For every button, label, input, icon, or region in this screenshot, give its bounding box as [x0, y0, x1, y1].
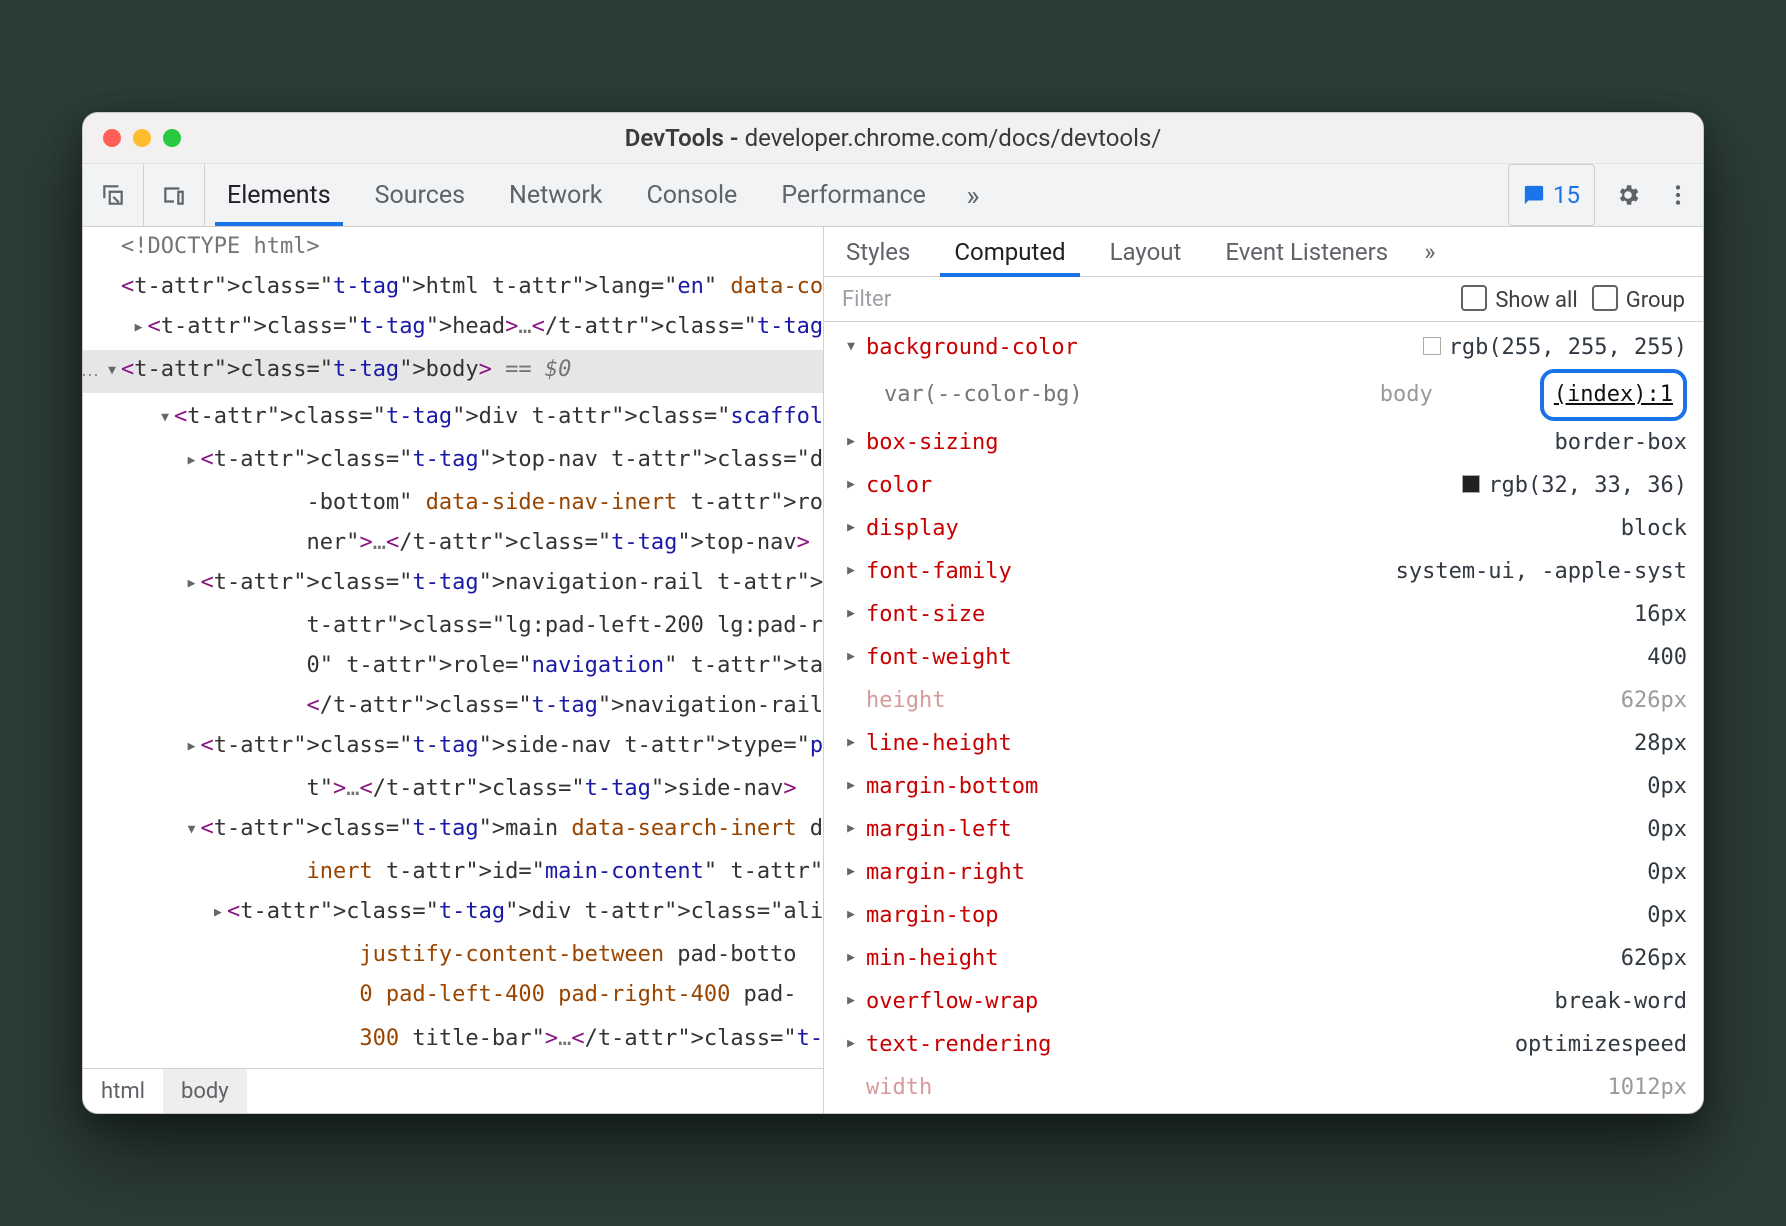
subtab-styles[interactable]: Styles	[824, 227, 932, 276]
computed-property[interactable]: background-colorrgb(255, 255, 255)	[824, 326, 1703, 369]
dom-node[interactable]: </t-attr">class="t-tag">navigation-rail>	[83, 686, 823, 726]
devtools-window: DevTools - developer.chrome.com/docs/dev…	[82, 112, 1704, 1114]
tab-sources[interactable]: Sources	[353, 164, 487, 226]
breadcrumb-html[interactable]: html	[83, 1069, 163, 1113]
computed-property[interactable]: margin-left0px	[824, 808, 1703, 851]
device-toolbar-button[interactable]	[144, 164, 205, 226]
tab-elements[interactable]: Elements	[205, 164, 353, 226]
message-icon	[1523, 184, 1545, 206]
kebab-menu-button[interactable]	[1653, 164, 1703, 226]
tab-console[interactable]: Console	[624, 164, 759, 226]
panel-body: <!DOCTYPE html><t-attr">class="t-tag">ht…	[83, 227, 1703, 1113]
computed-properties: background-colorrgb(255, 255, 255)var(--…	[824, 322, 1703, 1113]
dom-node[interactable]: <t-attr">class="t-tag">div t-attr">class…	[83, 393, 823, 440]
subtab-computed[interactable]: Computed	[932, 227, 1087, 276]
minimize-window-button[interactable]	[133, 129, 151, 147]
dom-node[interactable]: inert t-attr">id="main-content" t-attr">…	[83, 852, 823, 892]
dom-node[interactable]: -bottom" data-side-nav-inert t-attr">rol…	[83, 483, 823, 523]
tab-network[interactable]: Network	[487, 164, 624, 226]
issues-count: 15	[1553, 181, 1580, 209]
subtab-layout[interactable]: Layout	[1088, 227, 1204, 276]
dom-node[interactable]: t">…</t-attr">class="t-tag">side-nav>	[83, 769, 823, 809]
breadcrumb: html body	[83, 1068, 823, 1113]
titlebar: DevTools - developer.chrome.com/docs/dev…	[83, 113, 1703, 164]
elements-panel: <!DOCTYPE html><t-attr">class="t-tag">ht…	[83, 227, 824, 1113]
main-toolbar: ElementsSourcesNetworkConsolePerformance…	[83, 164, 1703, 227]
computed-property[interactable]: text-renderingoptimizespeed	[824, 1023, 1703, 1066]
computed-property[interactable]: overflow-wrapbreak-word	[824, 980, 1703, 1023]
computed-property[interactable]: min-height626px	[824, 937, 1703, 980]
computed-property[interactable]: displayblock	[824, 507, 1703, 550]
computed-property[interactable]: font-weight400	[824, 636, 1703, 679]
subtab-event-listeners[interactable]: Event Listeners	[1203, 227, 1410, 276]
dom-node[interactable]: <t-attr">class="t-tag">main data-search-…	[83, 809, 823, 852]
dom-node[interactable]: <t-attr">class="t-tag">head>…</t-attr">c…	[83, 307, 823, 350]
breadcrumb-body[interactable]: body	[163, 1069, 247, 1113]
computed-property[interactable]: margin-top0px	[824, 894, 1703, 937]
computed-property-source[interactable]: var(--color-bg)body(index):1	[824, 369, 1703, 421]
computed-property[interactable]: box-sizingborder-box	[824, 421, 1703, 464]
settings-button[interactable]	[1603, 164, 1653, 226]
dom-node[interactable]: t-attr">class="lg:pad-left-200 lg:pad-ri…	[83, 606, 823, 646]
dom-node[interactable]: <t-attr">class="t-tag">navigation-rail t…	[83, 563, 823, 606]
window-controls	[103, 129, 181, 147]
dom-node[interactable]: 300 title-bar">…</t-attr">class="t-tag">…	[83, 1015, 823, 1059]
dom-node[interactable]: 0 pad-left-400 pad-right-400 pad-	[83, 975, 823, 1015]
close-window-button[interactable]	[103, 129, 121, 147]
dom-tree[interactable]: <!DOCTYPE html><t-attr">class="t-tag">ht…	[83, 227, 823, 1068]
window-title: DevTools - developer.chrome.com/docs/dev…	[625, 124, 1161, 152]
panel-tabs: ElementsSourcesNetworkConsolePerformance	[205, 164, 948, 226]
dom-node[interactable]: <t-attr">class="t-tag">side-nav t-attr">…	[83, 726, 823, 769]
computed-property[interactable]: margin-right0px	[824, 851, 1703, 894]
computed-property[interactable]: margin-bottom0px	[824, 765, 1703, 808]
dom-node[interactable]: ner">…</t-attr">class="t-tag">top-nav>	[83, 523, 823, 563]
dom-node[interactable]: <!DOCTYPE html>	[83, 227, 823, 267]
more-panels-button[interactable]: »	[948, 164, 998, 226]
computed-property[interactable]: height626px	[824, 679, 1703, 722]
computed-property[interactable]: font-familysystem-ui, -apple-syst	[824, 550, 1703, 593]
computed-property[interactable]: width1012px	[824, 1066, 1703, 1109]
computed-property[interactable]: font-size16px	[824, 593, 1703, 636]
dom-node[interactable]: <t-attr">class="t-tag">div t-attr">class…	[83, 1059, 823, 1068]
sidebar-tabs: StylesComputedLayoutEvent Listeners»	[824, 227, 1703, 277]
dom-node[interactable]: <t-attr">class="t-tag">div t-attr">class…	[83, 892, 823, 935]
group-checkbox[interactable]: Group	[1592, 285, 1685, 313]
more-subtabs-button[interactable]: »	[1410, 227, 1449, 276]
show-all-checkbox[interactable]: Show all	[1461, 285, 1577, 313]
computed-property[interactable]: colorrgb(32, 33, 36)	[824, 464, 1703, 507]
computed-property[interactable]: line-height28px	[824, 722, 1703, 765]
styles-sidebar: StylesComputedLayoutEvent Listeners» Fil…	[824, 227, 1703, 1113]
issues-counter[interactable]: 15	[1508, 164, 1595, 226]
filter-input[interactable]: Filter	[842, 287, 1447, 312]
dom-node[interactable]: 0" t-attr">role="navigation" t-attr">tab…	[83, 646, 823, 686]
dom-node[interactable]: justify-content-between pad-botto	[83, 935, 823, 975]
filter-bar: Filter Show all Group	[824, 277, 1703, 322]
tab-performance[interactable]: Performance	[759, 164, 948, 226]
dom-node[interactable]: <t-attr">class="t-tag">body> == $0	[83, 350, 823, 393]
inspect-element-button[interactable]	[83, 164, 144, 226]
maximize-window-button[interactable]	[163, 129, 181, 147]
dom-node[interactable]: <t-attr">class="t-tag">top-nav t-attr">c…	[83, 440, 823, 483]
dom-node[interactable]: <t-attr">class="t-tag">html t-attr">lang…	[83, 267, 823, 307]
source-link[interactable]: (index):1	[1540, 369, 1687, 421]
